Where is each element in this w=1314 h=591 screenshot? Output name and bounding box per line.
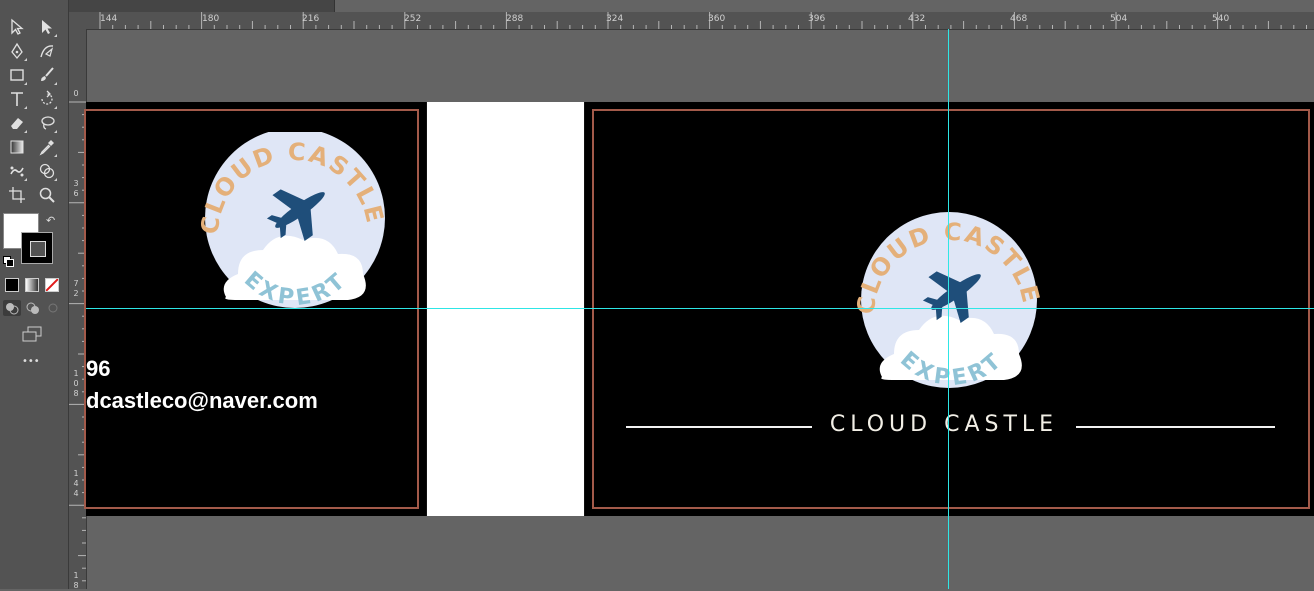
- draw-inside-icon: [48, 303, 58, 313]
- draw-normal-button[interactable]: [3, 300, 21, 316]
- draw-inside-button[interactable]: [44, 300, 62, 316]
- ruler-label: 504: [1110, 14, 1128, 24]
- color-mode-button[interactable]: [5, 278, 19, 292]
- ruler-label: 108: [73, 369, 79, 398]
- vertical-guide[interactable]: [948, 29, 949, 589]
- curvature-tool[interactable]: [36, 40, 58, 62]
- ruler-label: 18: [73, 571, 79, 590]
- ruler-origin[interactable]: [69, 12, 87, 30]
- gradient-mode-button[interactable]: [25, 278, 39, 292]
- paintbrush-tool[interactable]: [36, 64, 58, 86]
- blank-artboard-area: [426, 102, 585, 516]
- document-tab[interactable]: [69, 0, 335, 12]
- ruler-label: 72: [73, 279, 79, 298]
- screen-mode-icon: [22, 326, 42, 342]
- stroke-swatch[interactable]: [21, 232, 53, 264]
- artboard-icon: [9, 187, 25, 203]
- brand-divider-right: [1076, 426, 1275, 428]
- shape-builder-tool[interactable]: [36, 160, 58, 182]
- screen-mode-button[interactable]: [20, 325, 44, 343]
- none-mode-button[interactable]: [45, 278, 59, 292]
- rotate-tool[interactable]: [36, 88, 58, 110]
- puppet-warp-tool[interactable]: [6, 160, 28, 182]
- zoom-icon: [39, 187, 55, 203]
- curvature-pen-icon: [40, 45, 54, 58]
- horizontal-guide[interactable]: [86, 308, 1314, 309]
- ruler-label: 144: [100, 14, 118, 24]
- ruler-label: 432: [908, 14, 926, 24]
- email-text[interactable]: dcastleco@naver.com: [86, 388, 318, 414]
- zoom-tool[interactable]: [36, 184, 58, 206]
- ruler-label: 288: [506, 14, 524, 24]
- draw-behind-icon: [26, 302, 39, 314]
- lasso-tool[interactable]: [36, 112, 58, 134]
- ruler-label: 144: [73, 469, 79, 498]
- swap-colors-icon[interactable]: ↶: [46, 214, 55, 227]
- arrow-icon: [11, 18, 24, 35]
- type-tool[interactable]: [6, 88, 28, 110]
- pen-tool[interactable]: [6, 40, 28, 62]
- direct-selection-tool[interactable]: [36, 16, 58, 38]
- gradient-icon: [10, 140, 24, 154]
- ruler-label: 216: [302, 14, 320, 24]
- tools-panel: ↶ •••: [0, 0, 69, 589]
- brand-name-text[interactable]: CLOUD CASTLE: [812, 412, 1076, 437]
- logo-left[interactable]: CLOUD CASTLE TRAVEL EXPERT: [198, 132, 388, 312]
- eraser-tool[interactable]: [6, 112, 28, 134]
- brand-divider-left: [626, 426, 812, 428]
- ruler-label: 180: [202, 14, 220, 24]
- ruler-label: 252: [404, 14, 422, 24]
- logo-right[interactable]: CLOUD CASTLE TRAVEL EXPERT: [854, 212, 1044, 392]
- eyedropper-tool[interactable]: [36, 136, 58, 158]
- phone-text[interactable]: 96: [86, 356, 110, 382]
- selection-tool[interactable]: [6, 16, 28, 38]
- gradient-tool[interactable]: [6, 136, 28, 158]
- default-colors-icon[interactable]: [3, 256, 14, 267]
- horizontal-ruler[interactable]: 144 180 216 252 288 324 360 396 432 468 …: [86, 12, 1314, 30]
- draw-behind-button[interactable]: [24, 300, 42, 316]
- ruler-label: 0: [73, 89, 79, 98]
- artboard-tool[interactable]: [6, 184, 28, 206]
- ruler-label: 468: [1010, 14, 1028, 24]
- ruler-label: 324: [606, 14, 624, 24]
- ruler-label: 540: [1212, 14, 1230, 24]
- ruler-label: 36: [73, 179, 79, 198]
- more-tools-button[interactable]: •••: [22, 356, 40, 367]
- ruler-label: 360: [708, 14, 726, 24]
- draw-normal-icon: [6, 303, 19, 315]
- ruler-ticks: [99, 12, 1307, 29]
- rectangle-tool[interactable]: [6, 64, 28, 86]
- ruler-label: 396: [808, 14, 826, 24]
